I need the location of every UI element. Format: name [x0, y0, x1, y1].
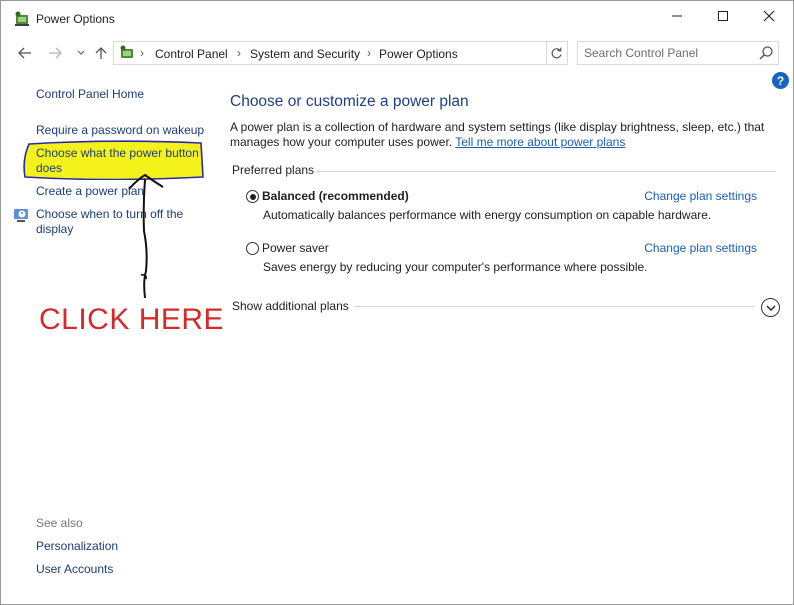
close-button[interactable] — [746, 1, 792, 31]
power-options-window: Power Options › Control Panel › System a… — [0, 0, 794, 605]
maximize-button[interactable] — [700, 1, 746, 31]
navigation-bar: › Control Panel › System and Security › … — [1, 39, 793, 67]
breadcrumb-separator: › — [367, 46, 371, 60]
help-button[interactable]: ? — [772, 72, 789, 89]
section-divider — [354, 306, 754, 307]
window-title: Power Options — [36, 12, 115, 26]
show-additional-plans-label[interactable]: Show additional plans — [232, 299, 349, 313]
display-off-link[interactable]: Choose when to turn off the display — [36, 207, 196, 237]
minimize-button[interactable] — [654, 1, 700, 31]
arrow-right-icon — [49, 47, 62, 59]
chevron-down-icon — [77, 50, 85, 55]
learn-more-link[interactable]: Tell me more about power plans — [455, 135, 625, 149]
preferred-plans-heading: Preferred plans — [232, 163, 315, 177]
breadcrumb-control-panel[interactable]: Control Panel — [155, 47, 228, 61]
arrow-up-icon — [95, 47, 107, 59]
search-icon[interactable] — [758, 45, 774, 61]
power-options-icon — [15, 11, 29, 26]
require-password-link[interactable]: Require a password on wakeup — [36, 123, 204, 138]
personalization-link[interactable]: Personalization — [36, 539, 118, 554]
plan-description: Automatically balances performance with … — [263, 208, 712, 222]
control-panel-home-link[interactable]: Control Panel Home — [36, 87, 144, 102]
change-plan-settings-link[interactable]: Change plan settings — [644, 241, 757, 255]
arrow-annotation — [128, 173, 164, 299]
title-bar: Power Options — [1, 1, 793, 35]
close-icon — [763, 10, 775, 22]
breadcrumb-separator: › — [237, 46, 241, 60]
search-box[interactable] — [577, 41, 779, 65]
forward-button[interactable] — [45, 43, 65, 63]
plan-name[interactable]: Balanced (recommended) — [262, 189, 409, 203]
expand-plans-button[interactable] — [761, 298, 780, 317]
display-timer-icon — [14, 209, 28, 222]
click-here-annotation: CLICK HERE — [39, 303, 225, 336]
up-button[interactable] — [91, 43, 111, 63]
balanced-radio[interactable] — [246, 190, 259, 203]
chevron-down-icon — [766, 305, 775, 311]
plan-description: Saves energy by reducing your computer's… — [263, 260, 648, 274]
power-saver-radio[interactable] — [246, 242, 259, 255]
section-divider — [316, 171, 776, 172]
maximize-icon — [718, 11, 728, 21]
search-input[interactable] — [584, 44, 754, 62]
breadcrumb-separator: › — [140, 46, 144, 60]
minimize-icon — [672, 15, 682, 17]
page-description: A power plan is a collection of hardware… — [230, 120, 775, 150]
recent-locations-button[interactable] — [71, 43, 91, 63]
control-panel-icon — [120, 45, 133, 58]
arrow-left-icon — [18, 47, 31, 59]
change-plan-settings-link[interactable]: Change plan settings — [644, 189, 757, 203]
breadcrumb-system-security[interactable]: System and Security — [250, 47, 360, 61]
see-also-heading: See also — [36, 516, 83, 530]
refresh-button[interactable] — [545, 41, 568, 65]
user-accounts-link[interactable]: User Accounts — [36, 562, 113, 577]
plan-name[interactable]: Power saver — [262, 241, 329, 255]
breadcrumb-power-options[interactable]: Power Options — [379, 47, 458, 61]
back-button[interactable] — [15, 43, 35, 63]
page-title: Choose or customize a power plan — [230, 93, 469, 110]
address-bar[interactable]: › Control Panel › System and Security › … — [113, 41, 652, 65]
refresh-icon — [551, 47, 562, 58]
